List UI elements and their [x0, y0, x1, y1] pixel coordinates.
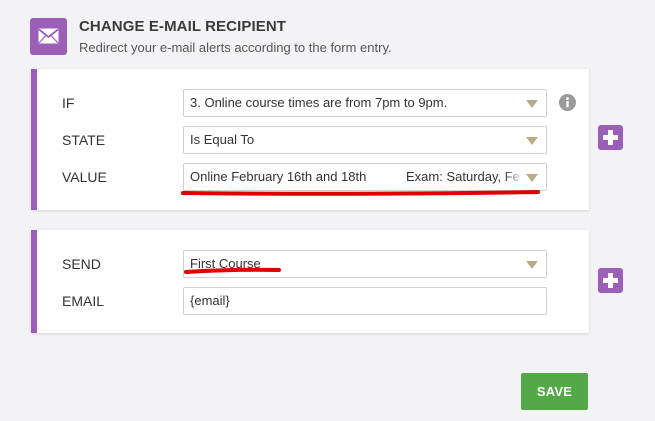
save-button[interactable]: SAVE [521, 373, 588, 410]
add-action-button[interactable] [598, 268, 623, 293]
send-label: SEND [62, 256, 101, 272]
value-select-value-continued: Exam: Saturday, Fe [406, 169, 520, 184]
state-select[interactable]: Is Equal To [183, 126, 547, 154]
chevron-down-icon [526, 261, 538, 269]
chevron-down-icon [526, 137, 538, 145]
if-select[interactable]: 3. Online course times are from 7pm to 9… [183, 89, 547, 117]
section-header: CHANGE E-MAIL RECIPIENT Redirect your e-… [30, 16, 630, 56]
action-card: SEND First Course EMAIL {email} [31, 230, 589, 333]
annotation-underline [181, 190, 540, 196]
envelope-icon [30, 18, 67, 55]
state-select-value: Is Equal To [190, 132, 255, 147]
chevron-down-icon [526, 174, 538, 182]
page-title: CHANGE E-MAIL RECIPIENT [79, 18, 287, 35]
value-select-value: Online February 16th and 18th [190, 169, 367, 184]
page-subtitle: Redirect your e-mail alerts according to… [79, 40, 392, 55]
state-label: STATE [62, 132, 106, 148]
value-label: VALUE [62, 169, 107, 185]
if-select-value: 3. Online course times are from 7pm to 9… [190, 95, 448, 110]
chevron-down-icon [526, 100, 538, 108]
info-icon[interactable] [559, 94, 576, 111]
if-label: IF [62, 95, 75, 111]
email-row: EMAIL {email} [37, 287, 589, 315]
email-field[interactable]: {email} [183, 287, 547, 315]
email-label: EMAIL [62, 293, 105, 309]
annotation-underline [184, 267, 281, 274]
add-condition-button[interactable] [598, 125, 623, 150]
state-row: STATE Is Equal To [37, 126, 589, 154]
if-row: IF 3. Online course times are from 7pm t… [37, 89, 589, 117]
value-row: VALUE Online February 16th and 18th Exam… [37, 163, 589, 191]
send-row: SEND First Course [37, 250, 589, 278]
value-select[interactable]: Online February 16th and 18th Exam: Satu… [183, 163, 547, 191]
